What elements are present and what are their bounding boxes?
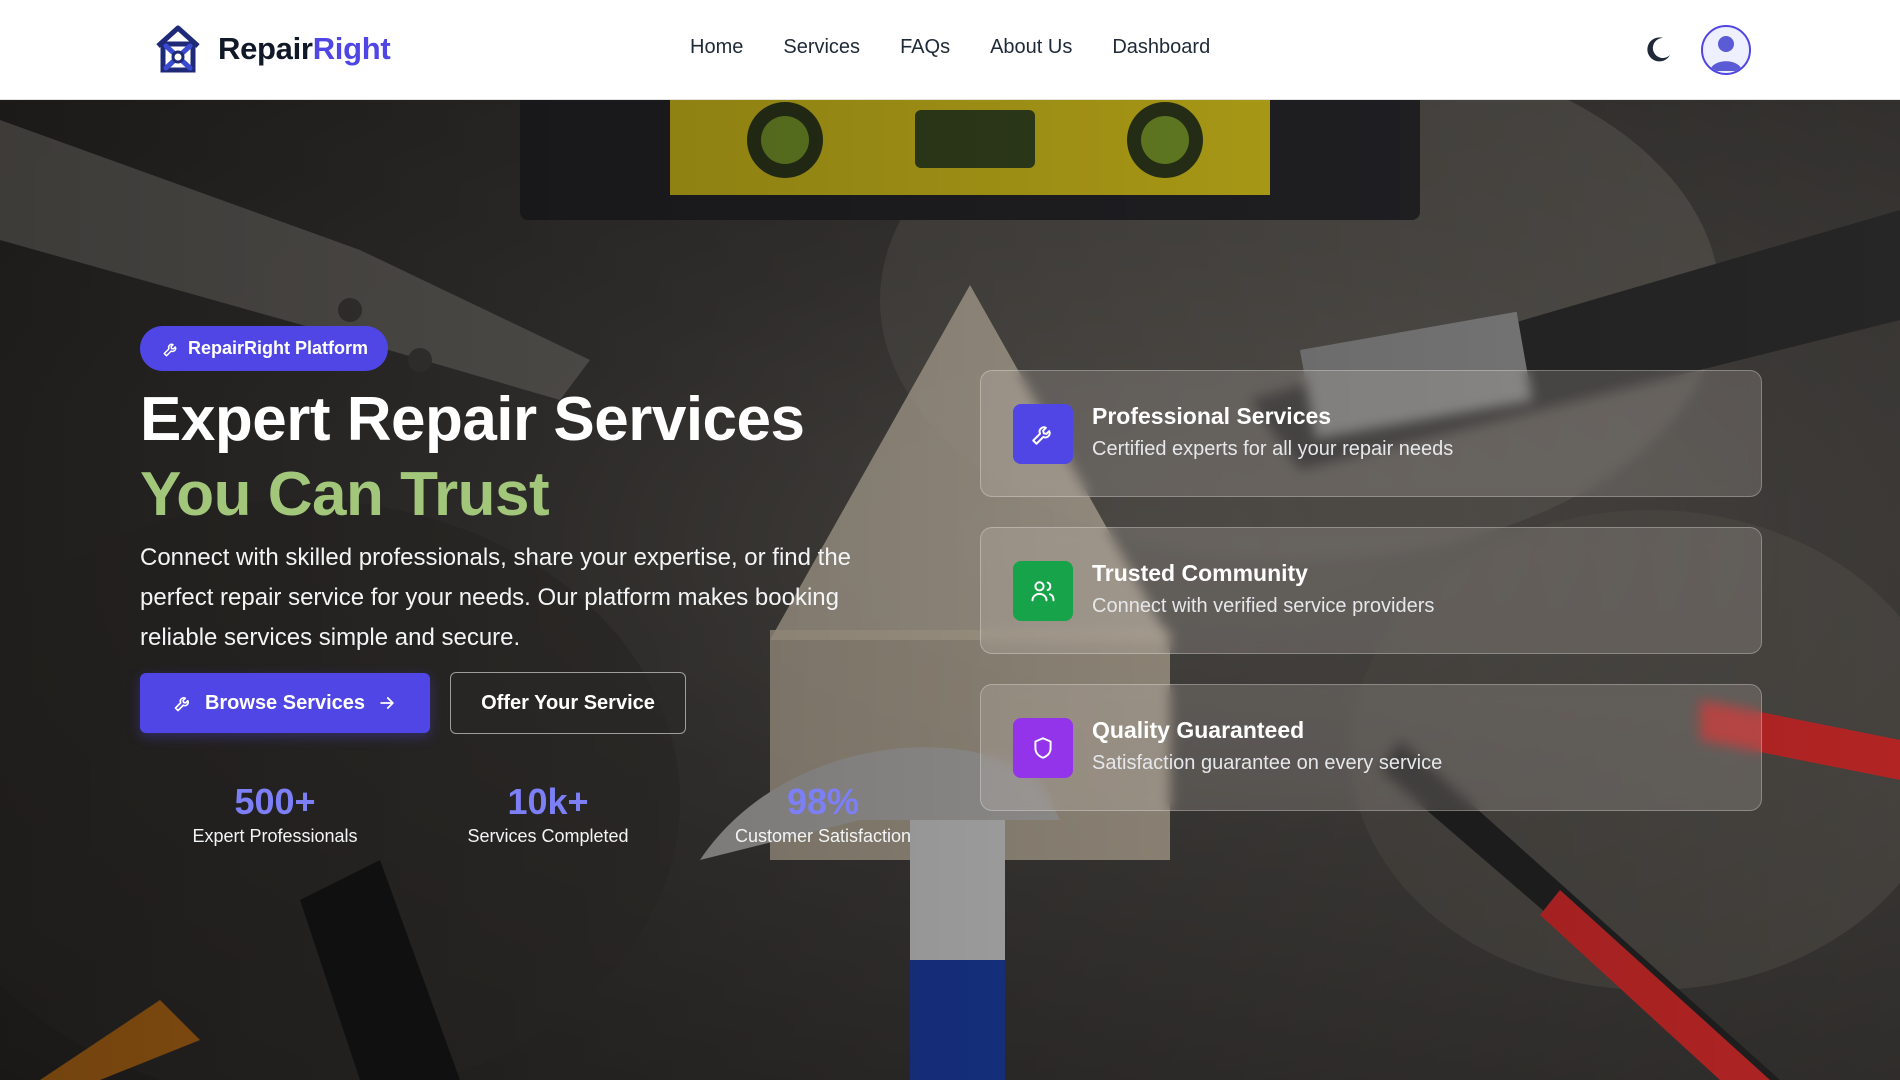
stat-value: 98% xyxy=(786,781,860,822)
stat-value: 10k+ xyxy=(507,781,589,822)
brand-logo-link[interactable]: RepairRight xyxy=(152,24,391,74)
platform-badge: RepairRight Platform xyxy=(140,326,389,371)
nav-link-faqs[interactable]: FAQs xyxy=(900,36,950,59)
users-icon xyxy=(1031,581,1055,602)
shield-icon xyxy=(1034,737,1052,759)
repairright-logo-icon xyxy=(156,25,200,73)
hero-headline: Expert Repair Services You Can Trust xyxy=(140,382,805,532)
stat-expert-professionals: 500+ Expert Professionals xyxy=(155,780,395,847)
stat-customer-satisfaction: 98% Customer Satisfaction xyxy=(703,780,943,847)
stat-label: Expert Professionals xyxy=(192,826,358,846)
brand-name: RepairRight xyxy=(218,31,391,66)
feature-icon-tile xyxy=(1013,561,1073,621)
wrench-icon xyxy=(163,343,177,356)
feature-card-trusted-community: Trusted Community Connect with verified … xyxy=(980,527,1762,654)
platform-badge-label: RepairRight Platform xyxy=(188,338,369,358)
hero-section: RepairRight Platform Expert Repair Servi… xyxy=(0,100,1900,1080)
top-navbar: RepairRight Home Services FAQs About Us … xyxy=(0,0,1900,100)
hero-headline-line1: Expert Repair Services xyxy=(140,385,805,454)
stat-value: 500+ xyxy=(234,781,316,822)
stat-label: Customer Satisfaction xyxy=(734,826,912,846)
stat-services-completed: 10k+ Services Completed xyxy=(428,780,668,847)
arrow-right-icon xyxy=(380,697,394,709)
hero-description: Connect with skilled professionals, shar… xyxy=(140,544,852,651)
feature-subtitle: Connect with verified service providers xyxy=(1092,595,1435,617)
hero-headline-line2: You Can Trust xyxy=(140,460,550,529)
feature-title: Quality Guaranteed xyxy=(1092,717,1305,743)
user-avatar-button[interactable] xyxy=(1701,25,1751,75)
theme-toggle-button[interactable] xyxy=(1642,34,1674,66)
user-avatar-icon xyxy=(1710,36,1742,71)
feature-icon-tile xyxy=(1013,404,1073,464)
wrench-icon xyxy=(1032,426,1051,445)
feature-subtitle: Satisfaction guarantee on every service xyxy=(1092,752,1443,774)
feature-icon-tile xyxy=(1013,718,1073,778)
nav-link-home[interactable]: Home xyxy=(690,36,743,59)
stats-row: 500+ Expert Professionals 10k+ Services … xyxy=(140,780,960,860)
nav-link-about-us[interactable]: About Us xyxy=(990,36,1072,59)
offer-your-service-button[interactable]: Offer Your Service xyxy=(450,672,686,734)
moon-icon xyxy=(1647,37,1670,62)
browse-services-label: Browse Services xyxy=(204,691,366,714)
feature-subtitle: Certified experts for all your repair ne… xyxy=(1092,438,1454,460)
feature-title: Professional Services xyxy=(1092,403,1332,429)
stat-label: Services Completed xyxy=(467,826,629,846)
nav-link-services[interactable]: Services xyxy=(783,36,860,59)
feature-title: Trusted Community xyxy=(1092,560,1308,586)
feature-card-professional-services: Professional Services Certified experts … xyxy=(980,370,1762,497)
feature-card-quality-guaranteed: Quality Guaranteed Satisfaction guarante… xyxy=(980,684,1762,811)
wrench-icon xyxy=(174,697,189,712)
main-nav: Home Services FAQs About Us Dashboard xyxy=(690,36,1210,59)
nav-link-dashboard[interactable]: Dashboard xyxy=(1112,36,1210,59)
browse-services-button[interactable]: Browse Services xyxy=(140,673,430,733)
